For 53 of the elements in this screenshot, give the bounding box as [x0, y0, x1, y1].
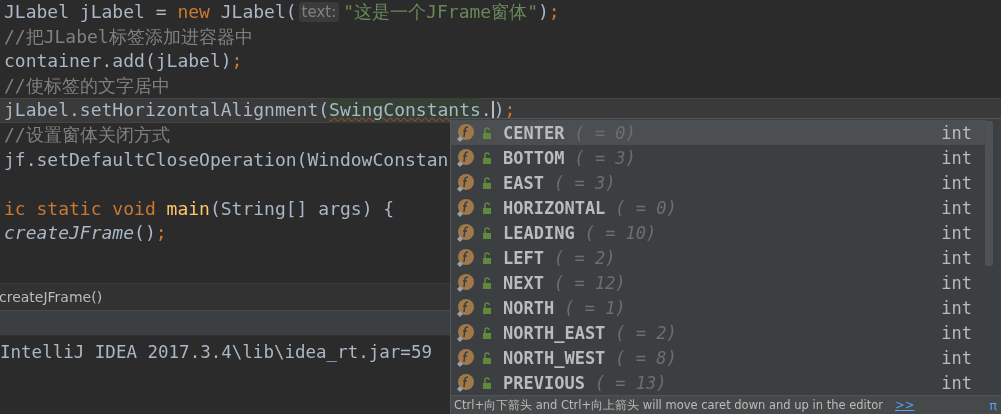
padlock-icon	[481, 376, 493, 389]
field-icon	[455, 372, 475, 393]
type-label: int	[941, 372, 972, 393]
constant-name: NORTH_WEST	[503, 347, 606, 368]
constant-name: BOTTOM	[503, 147, 565, 168]
code-line[interactable]: container.add(jLabel);	[0, 49, 1001, 74]
constant-name: EAST	[503, 172, 544, 193]
field-icon	[455, 272, 475, 293]
field-icon	[455, 347, 475, 368]
padlock-icon	[481, 301, 493, 314]
type-label: int	[941, 272, 972, 293]
type-label: int	[941, 347, 972, 368]
code-line[interactable]: JLabel jLabel = new JLabel( text: "这是一个JFrame窗体");	[0, 0, 1001, 25]
padlock-icon	[481, 151, 493, 164]
padlock-icon	[481, 126, 493, 139]
code-line[interactable]: //把JLabel标签添加进容器中	[0, 24, 1001, 50]
type-label: int	[941, 322, 972, 343]
console-output-line: IntelliJ IDEA 2017.3.4\lib\idea_rt.jar=59	[0, 342, 432, 362]
type-label: int	[941, 222, 972, 243]
field-icon	[455, 172, 475, 193]
padlock-icon	[481, 326, 493, 339]
padlock-icon	[481, 226, 493, 239]
field-icon	[455, 297, 475, 318]
type-label: int	[941, 147, 972, 168]
padlock-icon	[481, 251, 493, 264]
type-label: int	[941, 297, 972, 318]
constant-name: LEFT	[503, 247, 544, 268]
constant-name: NORTH	[503, 297, 555, 318]
field-icon	[455, 247, 475, 268]
type-label: int	[941, 197, 972, 218]
field-icon	[455, 197, 475, 218]
constant-name: PREVIOUS	[503, 372, 585, 393]
type-label: int	[941, 247, 972, 268]
type-label: int	[941, 122, 972, 143]
constant-name: NORTH_EAST	[503, 322, 606, 343]
padlock-icon	[481, 201, 493, 214]
field-icon	[455, 122, 475, 143]
constant-name: LEADING	[503, 222, 575, 243]
more-link[interactable]: >>	[895, 398, 915, 413]
pi-button[interactable]: π	[989, 397, 997, 413]
constant-name: CENTER	[503, 122, 565, 143]
constant-name: NEXT	[503, 272, 544, 293]
padlock-icon	[481, 351, 493, 364]
constant-name: HORIZONTAL	[503, 197, 606, 218]
field-icon	[455, 322, 475, 343]
field-icon	[455, 222, 475, 243]
field-icon	[455, 147, 475, 168]
code-line[interactable]: //使标签的文字居中	[0, 73, 1001, 99]
hint-text: Ctrl+向下箭头 and Ctrl+向上箭头 will move caret down and up in the editor	[454, 397, 884, 413]
breadcrumb-item[interactable]: createJFrame()	[0, 289, 103, 305]
padlock-icon	[481, 276, 493, 289]
type-label: int	[941, 172, 972, 193]
padlock-icon	[481, 176, 493, 189]
